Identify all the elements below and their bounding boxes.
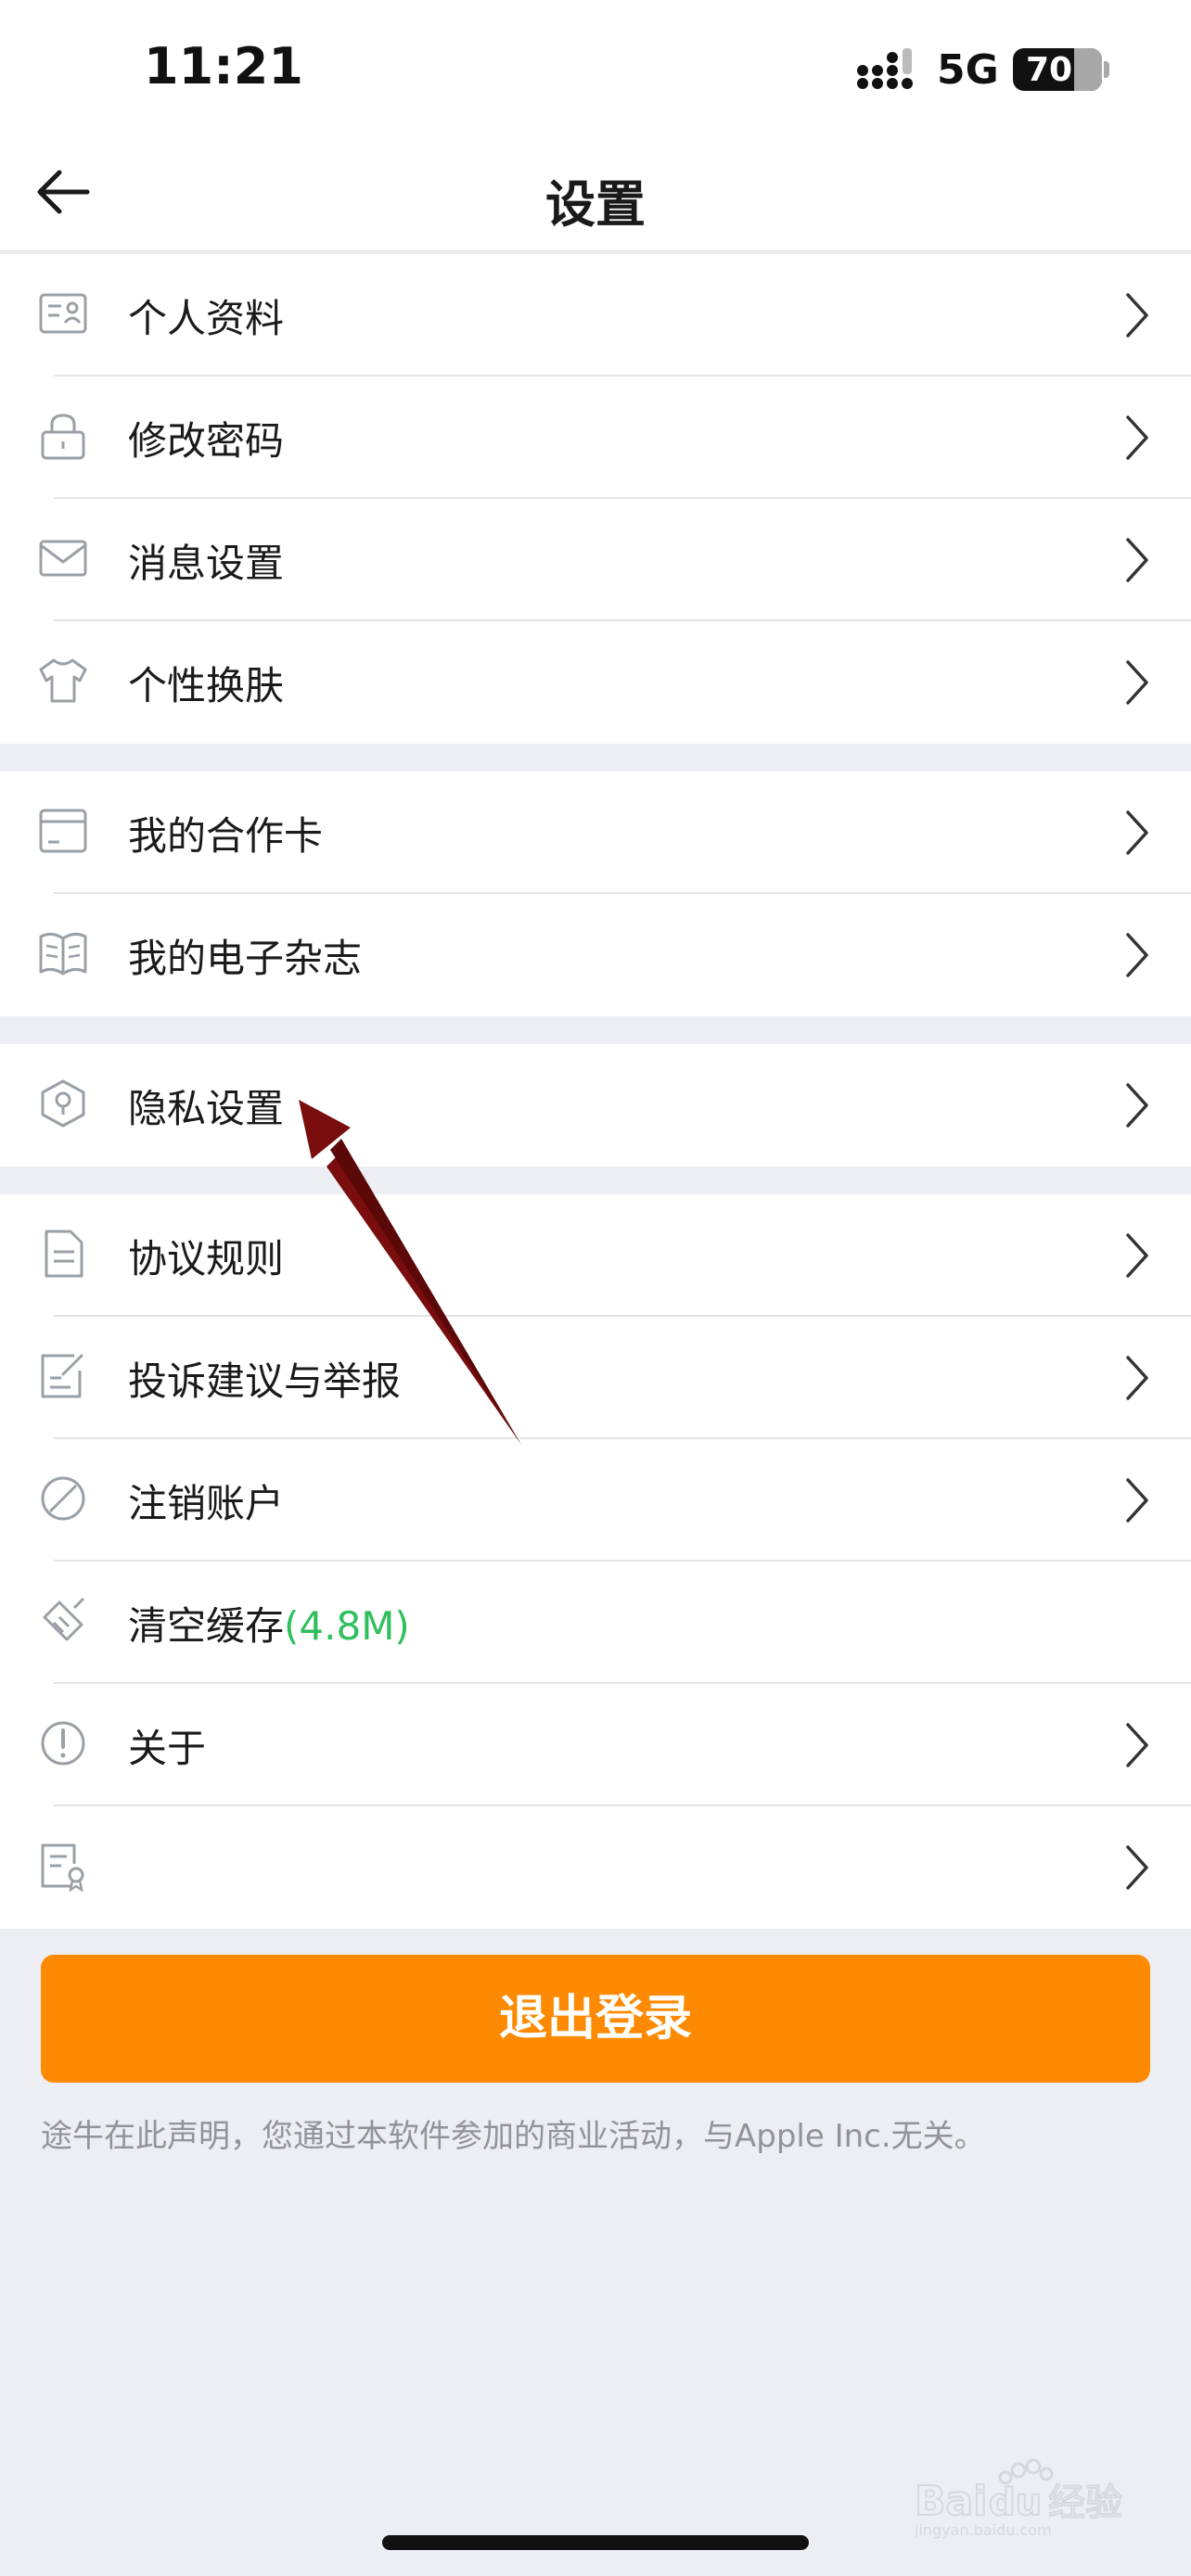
settings-item-agreements[interactable]: 协议规则 — [0, 1194, 1191, 1317]
network-type: 5G — [937, 46, 999, 94]
lock-icon — [41, 414, 85, 460]
svg-text:经验: 经验 — [1048, 2481, 1122, 2524]
nav-bar: 设置 — [0, 139, 1191, 252]
settings-item-feedback[interactable]: 投诉建议与举报 — [0, 1317, 1191, 1439]
prohibited-icon — [41, 1476, 85, 1521]
settings-item-label: 清空缓存(4.8M) — [128, 1595, 410, 1651]
settings-item-notifications[interactable]: 消息设置 — [0, 499, 1191, 621]
chevron-right-icon — [1126, 1083, 1148, 1128]
broom-icon — [43, 1597, 85, 1641]
svg-text:Bai: Bai — [915, 2478, 987, 2525]
settings-item-label: 个性换肤 — [128, 663, 285, 708]
home-indicator[interactable] — [382, 2535, 809, 2550]
battery-icon: 70 — [1013, 48, 1102, 91]
envelope-icon — [39, 540, 87, 577]
chevron-right-icon — [1126, 933, 1148, 977]
settings-item-magazine[interactable]: 我的电子杂志 — [0, 894, 1191, 1016]
info-icon — [41, 1721, 85, 1766]
settings-screen: 11:21 5G 70 设置 个人资料 修改密码 消息设置 个性换肤 我的合作卡… — [0, 0, 1191, 2576]
status-time: 11:21 — [144, 37, 303, 96]
settings-item-certificate[interactable] — [0, 1806, 1191, 1929]
chevron-right-icon — [1126, 810, 1148, 855]
chevron-right-icon — [1126, 1478, 1148, 1523]
settings-item-label: 消息设置 — [128, 541, 285, 586]
settings-item-label: 个人资料 — [128, 296, 285, 341]
settings-item-profile[interactable]: 个人资料 — [0, 254, 1191, 376]
certificate-icon — [41, 1843, 84, 1892]
chevron-right-icon — [1126, 1233, 1148, 1278]
chevron-right-icon — [1126, 1723, 1148, 1767]
status-bar: 11:21 5G 70 — [0, 0, 1191, 139]
settings-item-label: 修改密码 — [128, 418, 285, 464]
baidu-jingyan-watermark-icon: Bai du 经验 jingyan.baidu.com — [914, 2458, 1123, 2539]
settings-group-privacy: 隐私设置 — [0, 1044, 1191, 1167]
settings-item-label: 注销账户 — [128, 1481, 285, 1526]
battery-tip — [1104, 61, 1109, 78]
settings-group-other: 协议规则 投诉建议与举报 注销账户 清空缓存(4.8M) 关于 — [0, 1194, 1191, 1929]
chevron-right-icon — [1126, 660, 1148, 705]
chevron-right-icon — [1126, 1845, 1148, 1890]
settings-group-cards: 我的合作卡 我的电子杂志 — [0, 772, 1191, 1016]
card-icon — [39, 809, 87, 853]
privacy-shield-icon — [41, 1079, 85, 1128]
settings-item-label: 我的合作卡 — [128, 813, 324, 859]
settings-item-label: 协议规则 — [128, 1236, 285, 1282]
svg-text:jingyan.baidu.com: jingyan.baidu.com — [914, 2521, 1052, 2539]
settings-item-privacy[interactable]: 隐私设置 — [0, 1044, 1191, 1167]
logout-button[interactable]: 退出登录 — [41, 1955, 1150, 2083]
chevron-right-icon — [1126, 293, 1148, 338]
chevron-right-icon — [1126, 538, 1148, 582]
page-title: 设置 — [545, 175, 646, 234]
settings-item-label: 隐私设置 — [128, 1086, 285, 1131]
disclaimer-text: 途牛在此声明，您通过本软件参加的商业活动，与Apple Inc.无关。 — [41, 2118, 986, 2155]
chevron-right-icon — [1126, 1356, 1148, 1400]
book-icon — [39, 932, 87, 976]
settings-item-label: 投诉建议与举报 — [128, 1358, 402, 1404]
cache-size-value: (4.8M) — [284, 1603, 410, 1649]
battery-level: 70 — [1026, 51, 1073, 89]
settings-item-label: 关于 — [128, 1726, 207, 1771]
chevron-right-icon — [1126, 415, 1148, 460]
svg-text:du: du — [989, 2481, 1042, 2524]
cellular-signal-icon — [857, 48, 913, 89]
document-icon — [45, 1230, 83, 1278]
settings-item-clear-cache[interactable]: 清空缓存(4.8M) — [0, 1562, 1191, 1684]
settings-item-skin[interactable]: 个性换肤 — [0, 621, 1191, 744]
clear-cache-label: 清空缓存 — [128, 1603, 285, 1649]
settings-item-delete-account[interactable]: 注销账户 — [0, 1439, 1191, 1562]
settings-item-about[interactable]: 关于 — [0, 1684, 1191, 1806]
settings-item-label: 我的电子杂志 — [128, 936, 363, 981]
id-card-icon — [39, 293, 87, 334]
tshirt-icon — [39, 658, 87, 703]
settings-group-account: 个人资料 修改密码 消息设置 个性换肤 — [0, 254, 1191, 744]
settings-item-change-password[interactable]: 修改密码 — [0, 376, 1191, 499]
edit-icon — [41, 1354, 83, 1398]
settings-item-partner-card[interactable]: 我的合作卡 — [0, 772, 1191, 894]
